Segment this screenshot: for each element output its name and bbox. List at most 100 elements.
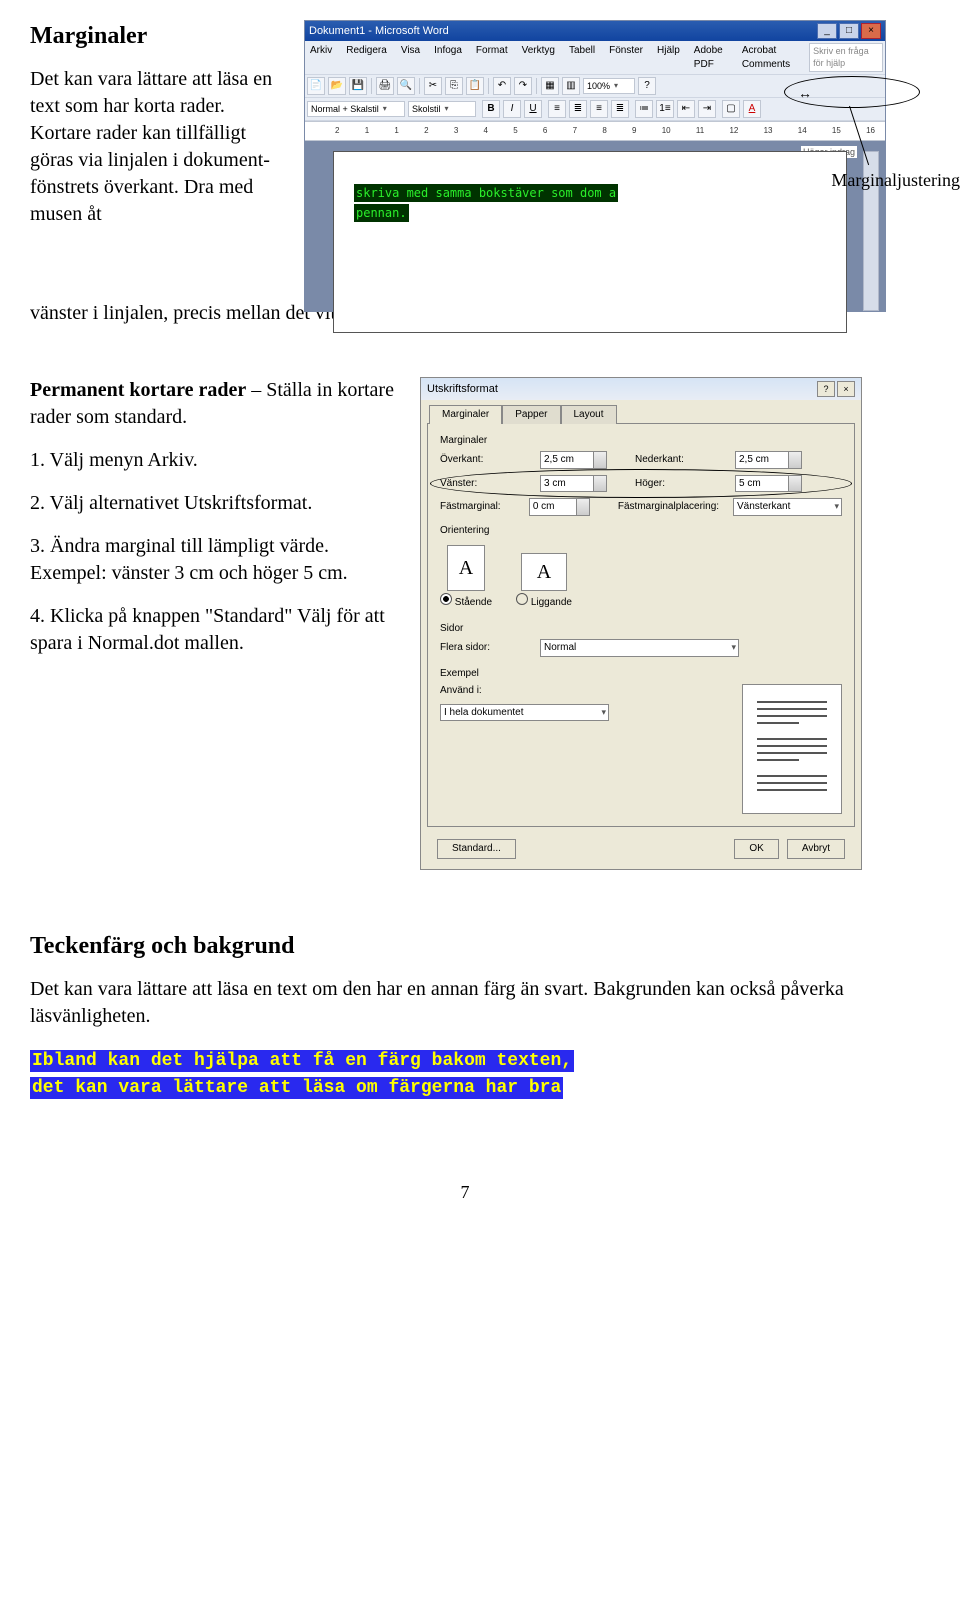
label-fastpl: Fästmarginalplacering: bbox=[618, 500, 723, 514]
italic-icon[interactable]: I bbox=[503, 100, 521, 118]
cut-icon[interactable]: ✂ bbox=[424, 77, 442, 95]
menu-infoga[interactable]: Infoga bbox=[431, 43, 465, 72]
preview-icon[interactable]: 🔍 bbox=[397, 77, 415, 95]
spin-hoger[interactable]: 5 cm bbox=[735, 475, 802, 493]
section3-para: Det kan vara lättare att läsa en text om… bbox=[30, 976, 900, 1030]
align-center-icon[interactable]: ≣ bbox=[569, 100, 587, 118]
highlighted-line1: Ibland kan det hjälpa att få en färg bak… bbox=[30, 1050, 574, 1072]
numbering-icon[interactable]: 1≡ bbox=[656, 100, 674, 118]
radio-landscape[interactable]: A Liggande bbox=[516, 553, 572, 610]
step-1: 1. Välj menyn Arkiv. bbox=[30, 447, 400, 474]
menu-fonster[interactable]: Fönster bbox=[606, 43, 646, 72]
label-fast: Fästmarginal: bbox=[440, 500, 519, 514]
align-left-icon[interactable]: ≡ bbox=[548, 100, 566, 118]
doc-line2: pennan. bbox=[354, 204, 409, 222]
redo-icon[interactable]: ↷ bbox=[514, 77, 532, 95]
preview-page bbox=[742, 684, 842, 814]
dialog-help-button[interactable]: ? bbox=[817, 381, 835, 397]
section1-heading: Marginaler bbox=[30, 20, 290, 52]
save-icon[interactable]: 💾 bbox=[349, 77, 367, 95]
align-right-icon[interactable]: ≡ bbox=[590, 100, 608, 118]
paste-icon[interactable]: 📋 bbox=[466, 77, 484, 95]
minimize-button[interactable]: _ bbox=[817, 23, 837, 39]
workspace: Höger indrag skriva med samma bokstäver … bbox=[305, 141, 885, 311]
ruler[interactable]: 2 1 1 2 3 4 5 6 7 8 9 10 11 12 13 14 15 bbox=[305, 121, 885, 141]
label-anvand-i: Använd i: bbox=[440, 684, 530, 698]
group-sidor: Sidor bbox=[440, 622, 842, 636]
indent-icon[interactable]: ⇥ bbox=[698, 100, 716, 118]
menu-arkiv[interactable]: Arkiv bbox=[307, 43, 335, 72]
word-titlebar: Dokument1 - Microsoft Word _ □ × bbox=[305, 21, 885, 41]
menu-adobepdf[interactable]: Adobe PDF bbox=[691, 43, 731, 72]
copy-icon[interactable]: ⎘ bbox=[445, 77, 463, 95]
step-4: 4. Klicka på knappen "Standard" Välj för… bbox=[30, 603, 400, 657]
menu-visa[interactable]: Visa bbox=[398, 43, 423, 72]
bullets-icon[interactable]: ≔ bbox=[635, 100, 653, 118]
word-title: Dokument1 - Microsoft Word bbox=[309, 24, 449, 39]
style-combo[interactable]: Normal + Skalstil bbox=[307, 101, 405, 117]
open-icon[interactable]: 📂 bbox=[328, 77, 346, 95]
tab-layout[interactable]: Layout bbox=[561, 405, 617, 424]
undo-icon[interactable]: ↶ bbox=[493, 77, 511, 95]
menu-format[interactable]: Format bbox=[473, 43, 511, 72]
ok-button[interactable]: OK bbox=[734, 839, 778, 859]
font-combo[interactable]: Skolstil bbox=[408, 101, 476, 117]
group-marginaler: Marginaler bbox=[440, 434, 842, 448]
spin-vanster[interactable]: 3 cm bbox=[540, 475, 607, 493]
page-setup-dialog: Utskriftsformat ? × Marginaler Papper La… bbox=[420, 377, 862, 870]
new-doc-icon[interactable]: 📄 bbox=[307, 77, 325, 95]
justify-icon[interactable]: ≣ bbox=[611, 100, 629, 118]
spin-fast[interactable]: 0 cm bbox=[529, 498, 590, 516]
label-hoger: Höger: bbox=[635, 477, 725, 491]
label-nederkant: Nederkant: bbox=[635, 453, 725, 467]
spin-nederkant[interactable]: 2,5 cm bbox=[735, 451, 802, 469]
group-orientering: Orientering bbox=[440, 524, 842, 538]
doc-line1: skriva med samma bokstäver som dom a bbox=[354, 184, 618, 202]
section3-heading: Teckenfärg och bakgrund bbox=[30, 930, 900, 962]
menu-tabell[interactable]: Tabell bbox=[566, 43, 598, 72]
table-icon[interactable]: ▦ bbox=[541, 77, 559, 95]
menu-redigera[interactable]: Redigera bbox=[343, 43, 390, 72]
outdent-icon[interactable]: ⇤ bbox=[677, 100, 695, 118]
word-window: Dokument1 - Microsoft Word _ □ × Arkiv R… bbox=[304, 20, 886, 312]
dialog-close-button[interactable]: × bbox=[837, 381, 855, 397]
tab-marginaler[interactable]: Marginaler bbox=[429, 405, 502, 424]
cancel-button[interactable]: Avbryt bbox=[787, 839, 845, 859]
standard-button[interactable]: Standard... bbox=[437, 839, 516, 859]
menu-acrobat[interactable]: Acrobat Comments bbox=[739, 43, 801, 72]
help-icon[interactable]: ? bbox=[638, 77, 656, 95]
radio-portrait[interactable]: A Stående bbox=[440, 545, 492, 610]
maximize-button[interactable]: □ bbox=[839, 23, 859, 39]
section2-heading-bold: Permanent kortare rader bbox=[30, 379, 246, 401]
dialog-title: Utskriftsformat bbox=[427, 382, 498, 397]
tab-papper[interactable]: Papper bbox=[502, 405, 560, 424]
word-menubar: Arkiv Redigera Visa Infoga Format Verkty… bbox=[305, 41, 885, 74]
menu-hjalp[interactable]: Hjälp bbox=[654, 43, 683, 72]
columns-icon[interactable]: ▥ bbox=[562, 77, 580, 95]
callout-label: Marginaljustering bbox=[831, 168, 960, 192]
combo-flera-sidor[interactable]: Normal bbox=[540, 639, 739, 657]
dialog-tabs: Marginaler Papper Layout bbox=[421, 400, 861, 423]
spin-overkant[interactable]: 2,5 cm bbox=[540, 451, 607, 469]
print-icon[interactable]: 🖨 bbox=[376, 77, 394, 95]
combo-anvand-i[interactable]: I hela dokumentet bbox=[440, 704, 609, 722]
menu-verktyg[interactable]: Verktyg bbox=[519, 43, 558, 72]
document-page: skriva med samma bokstäver som dom a pen… bbox=[333, 151, 847, 333]
group-exempel: Exempel bbox=[440, 667, 842, 681]
border-icon[interactable]: ▢ bbox=[722, 100, 740, 118]
label-overkant: Överkant: bbox=[440, 453, 530, 467]
fontcolor-icon[interactable]: A bbox=[743, 100, 761, 118]
combo-fastpl[interactable]: Vänsterkant bbox=[733, 498, 842, 516]
bold-icon[interactable]: B bbox=[482, 100, 500, 118]
step-2: 2. Välj alternativet Utskriftsformat. bbox=[30, 490, 400, 517]
close-button[interactable]: × bbox=[861, 23, 881, 39]
help-search[interactable]: Skriv en fråga för hjälp bbox=[809, 43, 883, 72]
highlighted-line2: det kan vara lättare att läsa om färgern… bbox=[30, 1077, 563, 1099]
page-number: 7 bbox=[30, 1180, 900, 1204]
underline-icon[interactable]: U bbox=[524, 100, 542, 118]
label-vanster: Vänster: bbox=[440, 477, 530, 491]
step-3a: 3. Ändra marginal till lämpligt värde. bbox=[30, 535, 329, 557]
label-flera-sidor: Flera sidor: bbox=[440, 641, 530, 655]
zoom-combo[interactable]: 100% bbox=[583, 78, 635, 94]
section1-para-left: Det kan vara lättare att läsa en text so… bbox=[30, 66, 290, 228]
